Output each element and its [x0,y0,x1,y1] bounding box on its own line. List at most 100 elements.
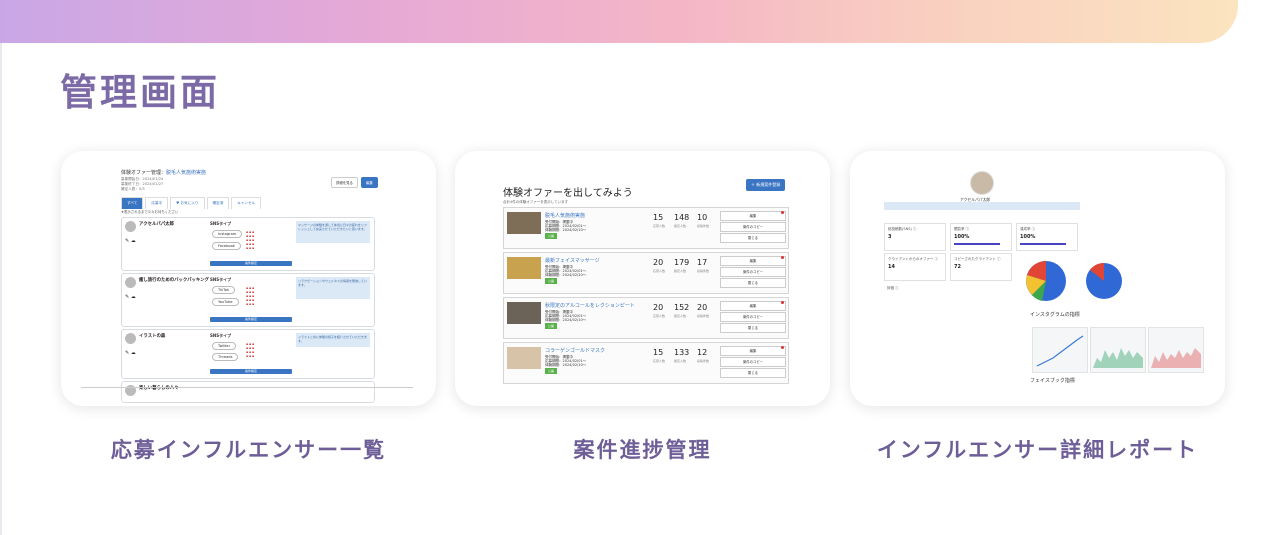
sns-pill-tiktok: TikTok [212,286,236,294]
confirmed-count: 133 [674,348,690,357]
copy-project-button[interactable]: 案件のコピー [720,222,786,232]
confirmed-count: 152 [674,303,690,312]
edit-project-button[interactable]: 編集 [720,256,786,266]
close-project-button[interactable]: 閉じる [720,368,786,378]
applicants-heading: 体験オファー管理：脱毛人気施術実施 [121,170,207,176]
stat-label: 確定人数 [674,359,687,363]
stat-label: 投稿件数 [697,359,710,363]
applicant-row: 癒し旅行のためのバックパッキング ✎ ☁ SNSタイプ TikTok YouTu… [121,273,375,327]
view-detail-button[interactable]: 詳細を見る [331,177,358,188]
tab-all[interactable]: すべて [121,197,144,209]
project-thumbnail [507,212,541,234]
applicant-name: 楽しい暮らしの人々 [139,386,179,391]
sns-stats: ▪ ▪ ▪ ▪ ▪ ▪ ▪ ▪ ▪ ▪ ▪ ▪ [246,342,255,358]
applicant-count: 20 [653,303,664,312]
sns-pill-facebook: Facebook [212,242,241,250]
stat-box: 評価 ⓘ [884,283,944,307]
confirmed-count: 179 [674,258,690,267]
line-series [1036,335,1084,367]
avatar [970,171,994,195]
alert-dot [781,256,784,259]
tab-favorites[interactable]: ♥ お気に入り [170,197,205,209]
copy-project-button[interactable]: 案件のコピー [720,312,786,322]
project-thumbnail [507,347,541,369]
pencil-icon[interactable]: ✎ ☁ [125,294,136,300]
edit-project-button[interactable]: 編集 [720,301,786,311]
confirmed-count: 148 [674,213,690,222]
stat-label: 投稿件数 [697,314,710,318]
stat-label: 応募人数 [653,359,666,363]
tab-cancelled[interactable]: キャンセル [231,197,262,209]
applicant-row: アクセルパパ太郎 ✎ ☁ SNSタイプ Instagram Facebook ▪… [121,217,375,271]
pie-chart-right [1086,263,1122,299]
post-count: 17 [697,258,708,267]
post-count: 20 [697,303,708,312]
project-name[interactable]: 脱毛人気施術実施 [545,212,585,219]
tab-confirmed[interactable]: 確定済 [206,197,230,209]
pencil-icon[interactable]: ✎ ☁ [125,350,136,356]
stat-box: 達成率 ⓘ 100% [1016,223,1078,251]
project-row: コラーゲンゴールドマスク 受付開始：掲載中 応募期間：2024/02/01〜 体験期… [503,342,789,384]
tab-applying[interactable]: 応募中 [145,197,169,209]
project-detail: 受付開始：掲載中 応募期間：2024/02/01〜 体験期間：2024/02/10〜 [545,310,587,322]
project-detail: 受付開始：掲載中 応募期間：2024/02/01〜 体験期間：2024/02/10〜 [545,265,587,277]
status-badge: 公開 [545,368,558,374]
report-screenshot-card: アクセルパパ太郎 総投稿数(SNS) ⓘ 3 閲覧率 ⓘ 100% 達成率 ⓘ … [850,151,1225,406]
applicants-screenshot-card: 体験オファー管理：脱毛人気施術実施 募集開始日：2024/01/24 募集終了日… [61,151,436,406]
status-badge: 公開 [545,323,558,329]
status-badge: 公開 [545,278,558,284]
caption-report: インフルエンサー詳細レポート [876,438,1199,462]
confirm-button[interactable]: 案件確定 [210,261,292,266]
applicant-name: アクセルパパ太郎 [139,222,174,227]
close-project-button[interactable]: 閉じる [720,323,786,333]
confirm-button[interactable]: 案件確定 [210,369,292,374]
project-thumbnail [507,257,541,279]
post-count: 12 [697,348,708,357]
project-name[interactable]: 秋限定のアルコールをレクションピート [545,302,635,309]
pie-chart-left [1026,261,1066,301]
project-thumbnail [507,302,541,324]
close-project-button[interactable]: 閉じる [720,278,786,288]
alert-dot [781,301,784,304]
applicants-heading-link[interactable]: 脱毛人気施術実施 [166,170,206,176]
line-graph [1032,327,1088,373]
project-detail: 受付開始：掲載中 応募期間：2024/02/01〜 体験期間：2024/02/10〜 [545,355,587,367]
applicant-message: リラクゼーションやウェルネスの情報を発信しています。 [296,277,370,299]
applicant-count: 15 [653,213,664,222]
sns-type-label: SNSタイプ [210,221,232,226]
line-graph-svg [1036,335,1084,367]
edit-project-button[interactable]: 編集 [720,211,786,221]
avatar [125,277,136,288]
edit-project-button[interactable]: 編集 [720,346,786,356]
info-banner [884,202,1080,210]
alert-dot [781,346,784,349]
edit-button[interactable]: 編集 [360,177,378,188]
status-badge: 公開 [545,233,558,239]
add-project-button[interactable]: ＋ 新規案件登録 [746,179,786,191]
project-detail: 受付開始：掲載中 応募期間：2024/02/01〜 体験期間：2024/02/10〜 [545,220,587,232]
stat-label: 確定人数 [674,269,687,273]
project-name[interactable]: 最新フェイスマッサージ [545,257,600,264]
progress-title: 体験オファーを出してみよう [503,188,633,199]
stat-box: 閲覧率 ⓘ 100% [950,223,1012,251]
close-project-button[interactable]: 閉じる [720,233,786,243]
stat-label: 応募人数 [653,224,666,228]
applicants-meta: 募集開始日：2024/01/24 募集終了日：2024/01/27 確定人数：0… [121,177,164,191]
pencil-icon[interactable]: ✎ ☁ [125,238,136,244]
stat-label: 確定人数 [674,314,687,318]
applicant-message: イラストと共に体験の様子を紹介させていただきます。 [296,333,370,347]
copy-project-button[interactable]: 案件のコピー [720,267,786,277]
confirm-button[interactable]: 案件確定 [210,317,292,322]
stat-box: 総投稿数(SNS) ⓘ 3 [884,223,946,251]
copy-project-button[interactable]: 案件のコピー [720,357,786,367]
line-graph [1090,327,1146,373]
project-name[interactable]: コラーゲンゴールドマスク [545,347,605,354]
sns-pill-threads: Threads [212,353,239,361]
project-row: 最新フェイスマッサージ 受付開始：掲載中 応募期間：2024/02/01〜 体験期間… [503,252,789,294]
stat-label: 応募人数 [653,269,666,273]
applicant-row: イラストの森 ✎ ☁ SNSタイプ Twitter Threads ▪ ▪ ▪ ▪… [121,329,375,379]
progress-screenshot-card: 体験オファーを出してみよう ＋ 新規案件登録 合計4件の体験オファーを表示してい… [455,151,830,406]
sns-type-label: SNSタイプ [210,277,232,282]
area-series [1151,348,1201,368]
sns-pill-youtube: YouTube [212,298,239,306]
